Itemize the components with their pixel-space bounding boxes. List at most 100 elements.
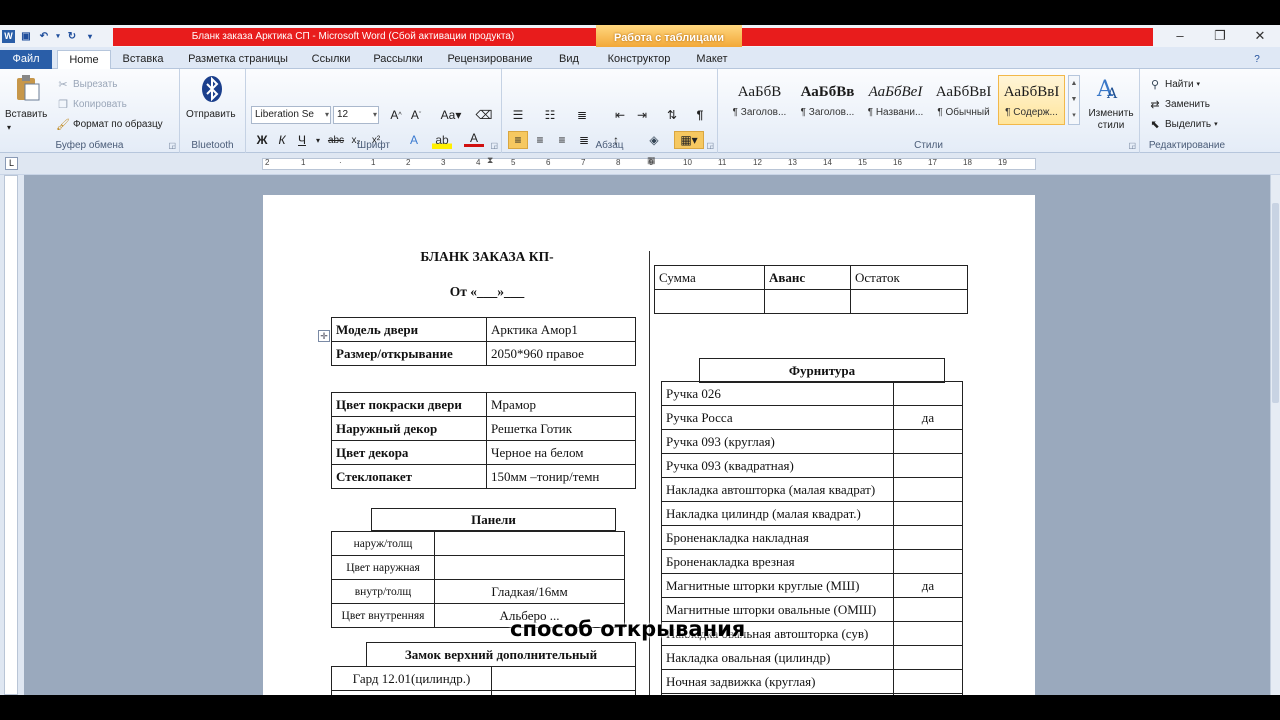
tab-home[interactable]: Home [57,50,111,70]
style-contents[interactable]: АаБбВвI ¶ Содерж... [998,75,1065,125]
table-cell[interactable]: Цвет декора [331,440,487,465]
tab-references[interactable]: Ссылки [306,50,356,69]
table-cell[interactable]: да [893,573,963,598]
table-cell[interactable]: Ручка 093 (квадратная) [661,453,894,478]
table-cell[interactable]: нет [893,693,963,695]
cut-button[interactable]: ✂ Вырезать [56,77,117,91]
clipboard-launcher-icon[interactable]: ◲ [168,141,176,150]
vertical-ruler[interactable] [4,175,18,695]
table-cell[interactable]: внутр/толщ [331,579,435,604]
table-cell[interactable] [893,645,963,670]
table-cell[interactable] [434,555,625,580]
maximize-button[interactable]: ❐ [1200,25,1240,47]
decrease-indent-icon[interactable]: ⇤ [610,106,630,124]
styles-launcher-icon[interactable]: ◲ [1128,141,1136,150]
find-button[interactable]: ⚲ Найти ▾ [1148,77,1200,91]
table-cell[interactable]: 150мм –тонир/темн [486,464,636,489]
table-cell[interactable]: Ручка 026 [661,381,894,406]
ruler-strip[interactable]: 2 1 · 1 2 3 4 5 6 7 8 9 10 11 12 13 14 1… [262,155,1036,170]
table-cell[interactable] [893,549,963,574]
table-cell[interactable]: Ночная задвижка (круглая) [661,669,894,694]
table-cell[interactable]: Ручка 093 (круглая) [661,429,894,454]
table-cell[interactable]: Магнитные шторки круглые (МШ) [661,573,894,598]
replace-button[interactable]: ⇄ Заменить [1148,97,1210,111]
table-cell[interactable]: Наружный декор [331,416,487,441]
numbering-icon[interactable]: ☷ [540,106,560,124]
table-cell[interactable] [491,690,636,695]
table-cell[interactable] [764,289,851,314]
sort-icon[interactable]: ⇅ [662,106,682,124]
table-cell[interactable] [654,289,765,314]
change-styles-icon[interactable]: AA [1094,73,1124,101]
table-cell[interactable] [850,289,968,314]
copy-button[interactable]: ❐ Копировать [56,97,127,111]
select-button[interactable]: ⬉ Выделить ▾ [1148,117,1217,131]
style-normal[interactable]: АаБбВвI ¶ Обычный [930,75,997,125]
style-heading-1[interactable]: АаБбВ ¶ Заголов... [726,75,793,125]
multilevel-list-icon[interactable]: ≣ [572,106,592,124]
tab-page-layout[interactable]: Разметка страницы [183,50,293,69]
hardware-header[interactable]: Фурнитура [699,358,945,383]
tab-layout[interactable]: Макет [690,50,734,69]
table-cell[interactable]: да [893,405,963,430]
scroll-thumb[interactable] [1272,203,1279,403]
table-cell[interactable]: Мрамор [486,392,636,417]
font-family-select[interactable]: Liberation Se ▾ [251,106,331,124]
table-cell[interactable]: Гард 12.01(цилиндр.) [331,666,492,691]
horizontal-ruler[interactable]: L 2 1 · 1 2 3 4 5 6 7 8 9 10 11 12 13 14… [0,153,1280,175]
paste-icon[interactable] [10,73,44,103]
change-case-icon[interactable]: Aa▾ [438,106,464,124]
vertical-scrollbar[interactable] [1270,175,1280,695]
customize-qat-icon[interactable]: ▾ [83,29,97,43]
redo-icon[interactable]: ↻ [65,29,79,43]
paste-dropdown-icon[interactable]: ▾ [7,123,11,132]
table-cell[interactable]: Модель двери [331,317,487,342]
tab-file[interactable]: Файл [0,50,52,69]
table-cell[interactable]: Накладка цилиндр (малая квадрат.) [661,501,894,526]
table-cell[interactable] [893,453,963,478]
table-cell[interactable]: Решетка Готик [486,416,636,441]
table-cell[interactable]: Цвет покраски двери [331,392,487,417]
tab-design[interactable]: Конструктор [600,50,678,69]
table-cell[interactable] [893,429,963,454]
table-cell[interactable] [893,597,963,622]
undo-icon[interactable]: ↶ [37,29,51,43]
table-cell[interactable] [893,381,963,406]
paste-button[interactable]: Вставить [5,109,47,120]
table-cell[interactable]: наруж/толщ [331,531,435,556]
table-header-cell[interactable]: Остаток [850,265,968,290]
table-cell[interactable] [893,669,963,694]
undo-dropdown-icon[interactable]: ▾ [55,29,61,43]
table-cell[interactable]: Ручка Росса [661,405,894,430]
bullets-icon[interactable]: ☰ [508,106,528,124]
styles-scroll-icon[interactable]: ▲ ▼ ▾ [1068,75,1080,125]
change-styles-button[interactable]: Изменить стили [1086,108,1136,132]
table-cell[interactable] [331,690,492,695]
indent-marker-icon[interactable]: ⧗ [487,155,493,166]
tab-mailings[interactable]: Рассылки [370,50,426,69]
grow-font-icon[interactable]: A ^ [386,106,406,124]
column-marker-icon[interactable]: ▦ [647,155,656,166]
table-cell[interactable]: Цвет внутренняя [331,603,435,628]
table-cell[interactable]: Броненакладка накладная [661,525,894,550]
table-cell[interactable]: Глазок круглый (центр, с боку, нет.) [661,693,894,695]
minimize-button[interactable]: – [1160,25,1200,47]
table-cell[interactable]: Гладкая/16мм [434,579,625,604]
tab-selector-icon[interactable]: L [5,157,18,170]
help-icon[interactable]: ? [1250,50,1264,69]
table-cell[interactable] [893,477,963,502]
table-header-cell[interactable]: Сумма [654,265,765,290]
style-title[interactable]: АаБбВеI ¶ Названи... [862,75,929,125]
paragraph-launcher-icon[interactable]: ◲ [706,141,714,150]
table-cell[interactable] [434,531,625,556]
font-size-select[interactable]: 12 ▾ [333,106,379,124]
format-painter-button[interactable]: 🖌 Формат по образцу [56,117,163,131]
clear-formatting-icon[interactable]: ⌫ [474,106,494,124]
table-cell[interactable] [893,501,963,526]
panels-header[interactable]: Панели [371,508,616,531]
table-cell[interactable]: Черное на белом [486,440,636,465]
bluetooth-send-button[interactable]: Отправить [186,109,236,120]
table-cell[interactable] [893,621,963,646]
style-heading-2[interactable]: АаБбВв ¶ Заголов... [794,75,861,125]
tab-view[interactable]: Вид [553,50,585,69]
